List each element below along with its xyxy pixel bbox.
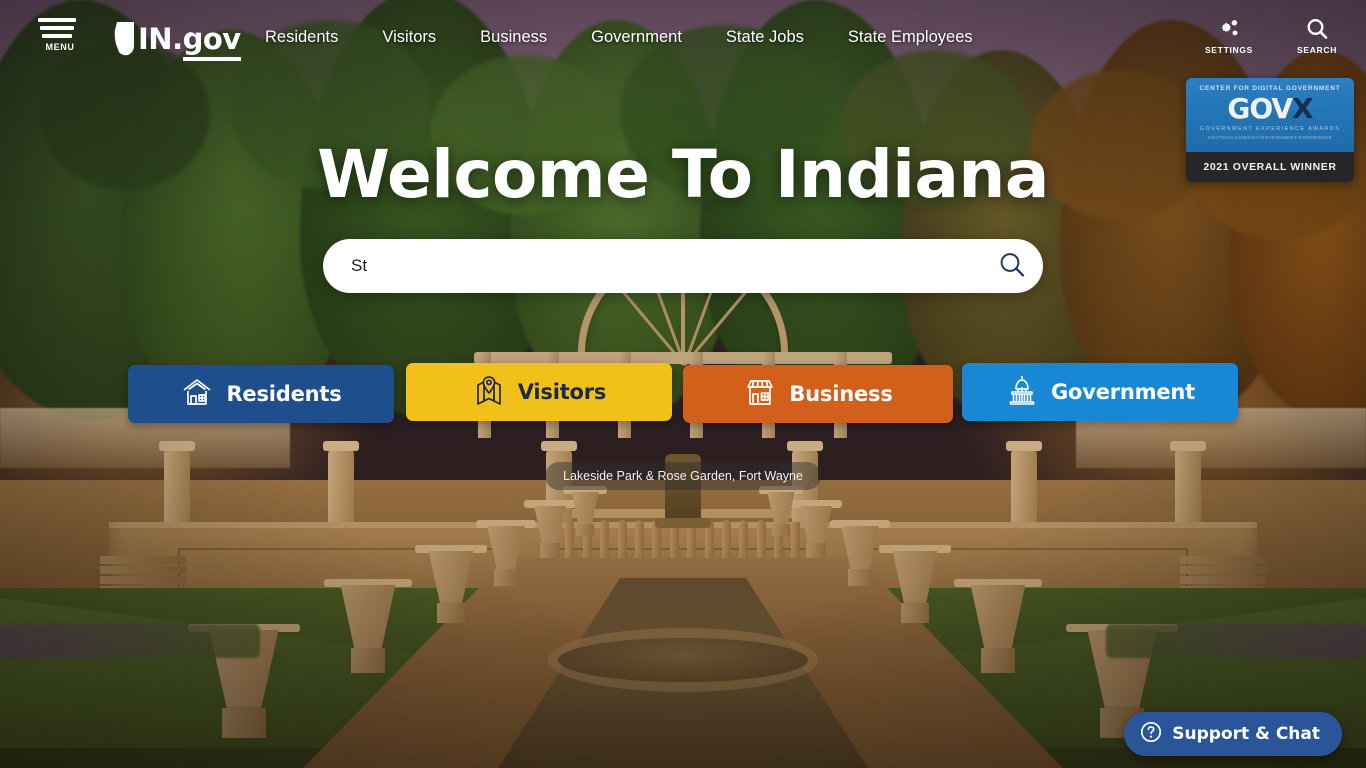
search-label: SEARCH — [1296, 45, 1338, 55]
site-header: MENU IN.gov Residents Visitors Business … — [0, 0, 1366, 80]
search-icon — [997, 250, 1027, 283]
logo-text: IN.gov — [138, 21, 241, 61]
search-submit-button[interactable] — [981, 239, 1043, 293]
photo-caption: Lakeside Park & Rose Garden, Fort Wayne — [545, 462, 821, 490]
map-pin-icon — [472, 374, 506, 411]
main-navigation: Residents Visitors Business Government S… — [265, 28, 995, 47]
quick-link-label: Residents — [226, 382, 342, 406]
page-title: Welcome To Indiana — [317, 136, 1049, 213]
award-winner-text: 2021 OVERALL WINNER — [1203, 161, 1337, 173]
award-badge-bottom: 2021 OVERALL WINNER — [1186, 152, 1354, 182]
capitol-dome-icon — [1005, 374, 1039, 411]
hamburger-bar — [38, 18, 76, 22]
quick-link-label: Government — [1050, 380, 1196, 404]
nav-item-state-employees[interactable]: State Employees — [826, 28, 995, 47]
indiana-state-outline-icon — [114, 22, 134, 56]
award-logo: GOVX — [1227, 92, 1313, 125]
quick-link-label: Visitors — [517, 380, 607, 404]
hero-search-box — [323, 239, 1043, 293]
award-line-4: GOVTECH.COM/GOV/GOVERNMENT-EXPERIENCE — [1208, 135, 1332, 140]
menu-label: MENU — [45, 42, 75, 52]
award-line-3: GOVERNMENT EXPERIENCE AWARDS — [1199, 126, 1341, 132]
settings-label: SETTINGS — [1204, 45, 1254, 55]
menu-button[interactable]: MENU — [38, 18, 82, 52]
nav-item-residents[interactable]: Residents — [265, 28, 360, 47]
search-input[interactable] — [323, 256, 981, 276]
quick-link-residents[interactable]: Residents — [128, 365, 394, 423]
quick-link-government[interactable]: Government — [962, 363, 1238, 421]
gears-icon — [1200, 16, 1258, 42]
nav-item-government[interactable]: Government — [569, 28, 704, 47]
storefront-icon — [743, 376, 777, 413]
quick-link-label: Business — [789, 382, 893, 406]
house-icon — [180, 376, 214, 413]
award-line-1: CENTER FOR DIGITAL GOVERNMENT — [1199, 85, 1341, 92]
support-chat-button[interactable]: Support & Chat — [1124, 712, 1342, 756]
question-circle-icon — [1140, 721, 1162, 748]
hamburger-bar — [42, 34, 72, 38]
quick-link-visitors[interactable]: Visitors — [406, 363, 672, 421]
support-chat-label: Support & Chat — [1172, 724, 1320, 744]
search-icon — [1288, 16, 1346, 42]
hamburger-bar — [40, 26, 74, 30]
quick-link-business[interactable]: Business — [683, 365, 953, 423]
nav-item-state-jobs[interactable]: State Jobs — [704, 28, 826, 47]
site-logo[interactable]: IN.gov — [114, 21, 241, 61]
award-badge-top: CENTER FOR DIGITAL GOVERNMENT GOVX GOVER… — [1186, 78, 1354, 152]
award-badge[interactable]: CENTER FOR DIGITAL GOVERNMENT GOVX GOVER… — [1186, 78, 1354, 182]
settings-button[interactable]: SETTINGS — [1200, 16, 1258, 55]
header-utilities: SETTINGS SEARCH — [1200, 16, 1346, 55]
search-button[interactable]: SEARCH — [1288, 16, 1346, 55]
quick-links-row: Residents Visitors Business Government — [0, 360, 1366, 440]
nav-item-business[interactable]: Business — [458, 28, 569, 47]
nav-item-visitors[interactable]: Visitors — [360, 28, 458, 47]
